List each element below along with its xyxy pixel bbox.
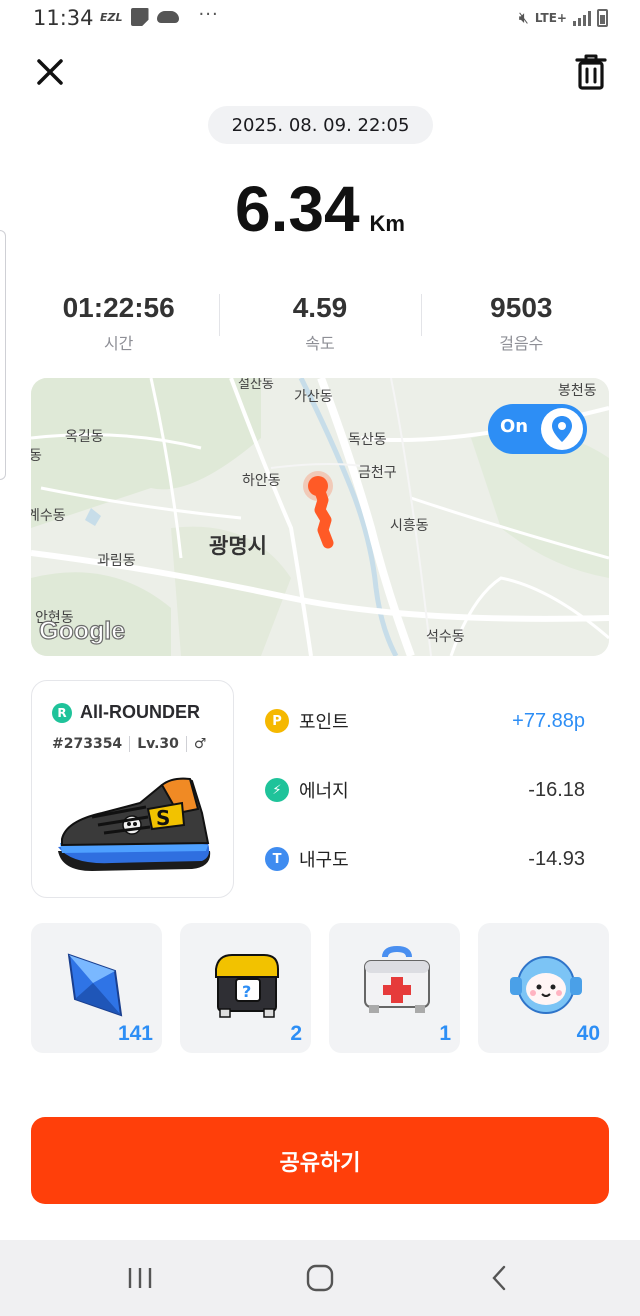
distance-value: 6.34: [234, 173, 360, 245]
network-type: LTE+: [534, 11, 567, 25]
stat-time: 01:22:56 시간: [18, 288, 219, 358]
recent-apps-button[interactable]: [120, 1262, 160, 1294]
sneaker-icon: S: [58, 777, 211, 871]
divider: [185, 736, 187, 752]
points-icon: P: [265, 709, 289, 733]
item-count: 2: [290, 1022, 302, 1045]
map-label: 옥길동: [65, 429, 104, 445]
map-label: 가산동: [294, 389, 333, 405]
delete-button[interactable]: [572, 52, 610, 92]
map-label: 석수동: [426, 629, 465, 645]
stat-label: 걸음수: [499, 334, 544, 353]
status-bar: 11:34 EZL ··· 🔇︎ LTE+: [0, 0, 640, 40]
activity-datetime: 2025. 08. 09. 22:05: [208, 106, 433, 144]
google-attribution: Google: [38, 616, 126, 645]
item-mystery-box[interactable]: ? 2: [180, 923, 311, 1053]
stat-value: 9503: [490, 292, 553, 323]
shoe-type-badge: R: [52, 702, 72, 723]
trash-icon: [575, 54, 607, 90]
toggle-label: On: [500, 416, 529, 437]
energy-icon: ⚡: [265, 778, 289, 802]
share-button[interactable]: 공유하기: [31, 1117, 609, 1204]
back-icon: [492, 1265, 506, 1291]
map-label-city: 광명시: [209, 534, 267, 558]
back-button[interactable]: [480, 1262, 520, 1294]
reward-label: 에너지: [299, 781, 349, 802]
reward-value: -16.18: [528, 778, 585, 801]
location-toggle[interactable]: On: [488, 404, 587, 454]
stat-value: 01:22:56: [62, 292, 175, 323]
status-left-icons: EZL ···: [100, 4, 219, 26]
reward-energy: ⚡ 에너지 -16.18: [265, 775, 585, 805]
stat-value: 4.59: [292, 292, 348, 323]
shoe-meta: #273354 Lv.30 ♂: [52, 736, 206, 752]
stat-speed: 4.59 속도: [219, 288, 420, 358]
first-aid-kit-icon: [364, 945, 430, 1013]
shoe-id: #273354: [52, 736, 123, 752]
map-label: 봉천동: [558, 383, 597, 399]
mute-icon: 🔇︎: [518, 8, 529, 27]
status-time: 11:34: [33, 6, 94, 30]
system-navigation-bar: [0, 1240, 640, 1316]
signal-icon: [573, 10, 591, 26]
gender-icon: ♂: [193, 736, 207, 752]
shoe-level: Lv.30: [137, 736, 179, 752]
svg-text:S: S: [156, 806, 170, 830]
map-label: 설산동: [238, 378, 274, 392]
reward-label: 내구도: [299, 850, 349, 871]
shoe-type: R All-ROUNDER: [52, 702, 200, 723]
map-label: 시흥동: [390, 518, 429, 534]
map-label: 독산동: [348, 432, 387, 448]
route-map[interactable]: 설산동 가산동 봉천동 옥길동 독산동 동 금천구 하안동 계수동 시흥동 광명…: [31, 378, 609, 656]
reward-points: P 포인트 +77.88p: [265, 706, 585, 736]
more-icon: ···: [198, 3, 219, 25]
recent-apps-icon: [128, 1268, 152, 1288]
item-first-aid-kit[interactable]: 1: [329, 923, 460, 1053]
status-right-icons: 🔇︎ LTE+: [519, 8, 608, 28]
stat-steps: 9503 걸음수: [420, 288, 622, 358]
mascot-icon: [510, 956, 582, 1014]
crystal-icon: [67, 953, 123, 1017]
home-icon: [306, 1264, 334, 1292]
close-icon: [37, 59, 63, 85]
stat-label: 시간: [103, 334, 134, 353]
item-count: 1: [439, 1022, 451, 1045]
distance-display: 6.34 Km: [0, 172, 640, 246]
close-button[interactable]: [30, 52, 70, 92]
item-count: 40: [576, 1022, 600, 1045]
mystery-box-icon: ?: [215, 954, 279, 1018]
item-count: 141: [117, 1022, 153, 1045]
map-label: 과림동: [97, 553, 136, 569]
divider: [129, 736, 131, 752]
activity-stats: 01:22:56 시간 4.59 속도 9503 걸음수: [18, 288, 622, 358]
shoe-card[interactable]: R All-ROUNDER #273354 Lv.30 ♂ S: [31, 680, 234, 898]
item-mascot[interactable]: 40: [478, 923, 609, 1053]
map-label: 하안동: [242, 473, 281, 489]
reward-label: 포인트: [299, 712, 349, 733]
map-label: 계수동: [31, 508, 66, 524]
item-crystal[interactable]: 141: [31, 923, 162, 1053]
map-label: 동: [31, 448, 42, 464]
reward-value: +77.88p: [512, 709, 585, 732]
distance-unit: Km: [369, 211, 405, 236]
cloud-icon: [156, 11, 179, 23]
battery-icon: [597, 9, 608, 27]
reward-durability: T 내구도 -14.93: [265, 844, 585, 874]
note-icon: [130, 8, 149, 26]
edge-panel-handle[interactable]: [0, 230, 6, 480]
reward-value: -14.93: [528, 847, 585, 870]
shoe-name: All-ROUNDER: [80, 702, 200, 722]
durability-icon: T: [265, 847, 289, 871]
map-label: 금천구: [358, 465, 397, 481]
home-button[interactable]: [300, 1262, 340, 1294]
ezl-icon: EZL: [100, 10, 123, 24]
svg-text:?: ?: [242, 982, 251, 1001]
location-pin-icon: [541, 408, 583, 450]
stat-label: 속도: [305, 334, 335, 353]
